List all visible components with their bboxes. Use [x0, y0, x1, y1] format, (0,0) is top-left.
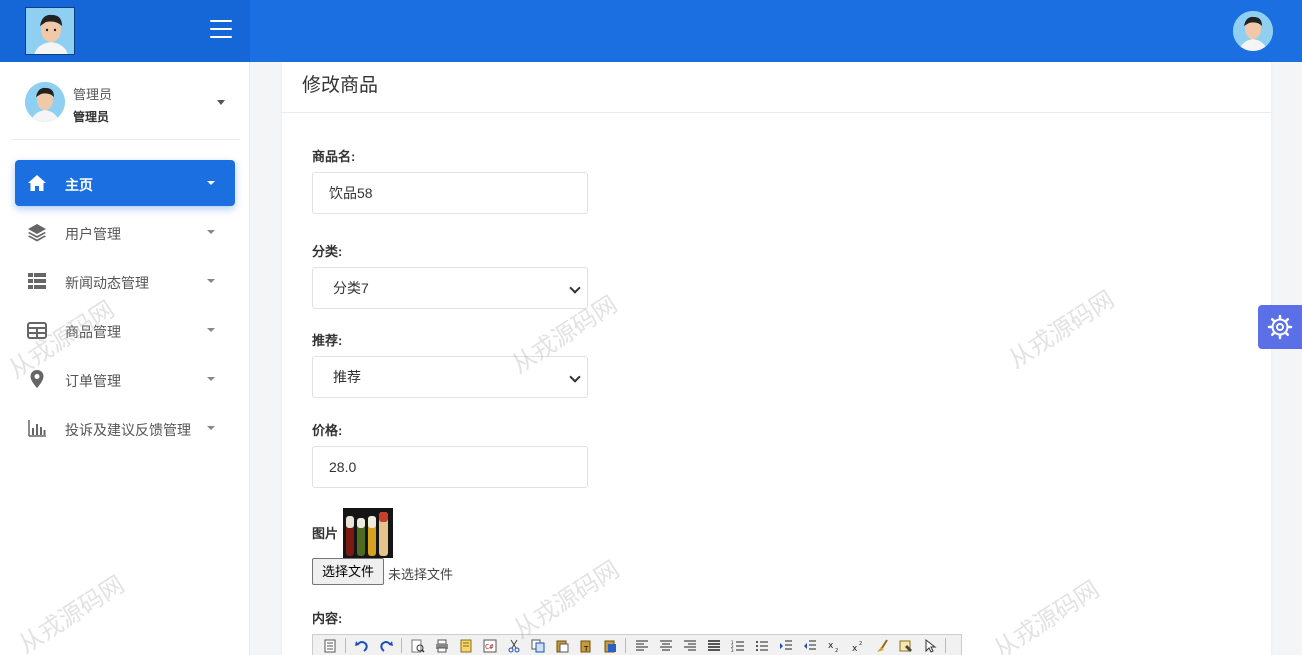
category-selected-value: 分类7: [333, 280, 369, 296]
sidebar-user-panel[interactable]: 管理员 管理员: [12, 72, 240, 140]
align-right-icon[interactable]: [683, 639, 697, 653]
user-photo-logo-icon: [25, 7, 75, 55]
align-justify-icon[interactable]: [707, 639, 721, 653]
gear-icon: [1267, 314, 1293, 340]
ordered-list-icon[interactable]: 123: [731, 639, 745, 653]
sidebar-item-products[interactable]: 商品管理: [15, 307, 235, 353]
table-icon: [27, 322, 47, 339]
chevron-down-icon: [569, 282, 581, 294]
format-painter-icon[interactable]: [899, 639, 913, 653]
category-select[interactable]: 分类7: [312, 267, 588, 309]
svg-text:T: T: [583, 645, 589, 653]
sidebar-item-label: 订单管理: [65, 373, 121, 389]
product-name-label: 商品名:: [312, 149, 356, 164]
svg-text:2: 2: [859, 641, 862, 647]
clear-format-icon[interactable]: [875, 639, 889, 653]
file-status-text: 未选择文件: [388, 567, 454, 582]
print-icon[interactable]: [435, 639, 449, 653]
code-icon[interactable]: C#: [483, 639, 497, 653]
recommend-select[interactable]: 推荐: [312, 356, 588, 398]
user-name: 管理员: [73, 87, 113, 102]
product-image-thumbnail: [343, 508, 393, 558]
template-icon[interactable]: [459, 639, 473, 653]
sidebar-item-label: 商品管理: [65, 324, 121, 340]
chevron-down-icon: [207, 328, 215, 332]
price-input[interactable]: 28.0: [312, 446, 588, 488]
unordered-list-icon[interactable]: [755, 639, 769, 653]
sidebar-item-orders[interactable]: 订单管理: [15, 356, 235, 402]
indent-icon[interactable]: [779, 639, 793, 653]
svg-text:2: 2: [835, 648, 838, 653]
edit-product-card: 修改商品 商品名: 饮品58 分类: 分类7 推荐: 推荐 价格: 28.0 图…: [282, 62, 1271, 655]
subscript-icon[interactable]: x2: [827, 639, 841, 653]
preview-icon[interactable]: [411, 639, 425, 653]
sidebar-item-label: 主页: [65, 177, 93, 193]
user-avatar-icon[interactable]: [1233, 11, 1273, 51]
sidebar-item-news[interactable]: 新闻动态管理: [15, 258, 235, 304]
svg-text:C#: C#: [485, 643, 494, 651]
sidebar-item-label: 用户管理: [65, 226, 121, 242]
paste-word-icon[interactable]: [603, 639, 617, 653]
bar-chart-icon: [28, 420, 46, 437]
product-name-input[interactable]: 饮品58: [312, 172, 588, 214]
layers-icon: [28, 224, 46, 242]
chevron-down-icon: [217, 100, 225, 105]
source-icon[interactable]: [323, 639, 337, 653]
cut-icon[interactable]: [507, 639, 521, 653]
sidebar-nav: 主页 用户管理 新闻动态管理 商品管理 订单管理 投诉及建议反馈管理: [15, 160, 235, 454]
sidebar-item-home[interactable]: 主页: [15, 160, 235, 206]
svg-text:x: x: [852, 644, 858, 653]
page-title: 修改商品: [302, 75, 379, 96]
sidebar-item-users[interactable]: 用户管理: [15, 209, 235, 255]
outdent-icon[interactable]: [803, 639, 817, 653]
chevron-down-icon: [207, 377, 215, 381]
map-pin-icon: [30, 370, 44, 388]
chevron-down-icon: [207, 181, 215, 185]
chevron-down-icon: [207, 279, 215, 283]
hamburger-icon[interactable]: [210, 20, 232, 40]
home-icon: [28, 175, 46, 191]
copy-icon[interactable]: [531, 639, 545, 653]
chevron-down-icon: [569, 371, 581, 383]
chevron-down-icon: [207, 426, 215, 430]
user-role: 管理员: [73, 110, 110, 124]
recommend-label: 推荐:: [312, 333, 343, 348]
align-center-icon[interactable]: [659, 639, 673, 653]
sidebar-item-label: 新闻动态管理: [65, 275, 149, 291]
paste-text-icon[interactable]: T: [579, 639, 593, 653]
redo-icon[interactable]: [379, 639, 393, 653]
card-header: 修改商品: [282, 62, 1271, 113]
align-left-icon[interactable]: [635, 639, 649, 653]
brand-area: [0, 0, 250, 62]
svg-text:x: x: [828, 641, 834, 651]
undo-icon[interactable]: [355, 639, 369, 653]
price-label: 价格:: [312, 423, 343, 438]
rich-text-toolbar: C# T 123 x2 x2: [312, 634, 962, 655]
sidebar-item-label: 投诉及建议反馈管理: [65, 422, 191, 438]
select-all-icon[interactable]: [923, 639, 937, 653]
list-icon: [28, 273, 46, 289]
user-avatar-icon: [25, 82, 65, 122]
superscript-icon[interactable]: x2: [851, 639, 865, 653]
recommend-selected-value: 推荐: [333, 369, 361, 385]
chevron-down-icon: [207, 230, 215, 234]
theme-settings-button[interactable]: [1258, 305, 1302, 349]
choose-file-button[interactable]: 选择文件: [312, 558, 384, 585]
category-label: 分类:: [312, 244, 343, 259]
sidebar-item-feedback[interactable]: 投诉及建议反馈管理: [15, 405, 235, 451]
svg-text:3: 3: [731, 648, 734, 653]
content-label: 内容:: [312, 611, 343, 626]
top-navbar: [0, 0, 1302, 62]
sidebar: 管理员 管理员 主页 用户管理 新闻动态管理 商品管理 订单管理 投诉及建议反馈…: [0, 62, 250, 655]
paste-icon[interactable]: [555, 639, 569, 653]
image-label: 图片: [312, 526, 339, 541]
